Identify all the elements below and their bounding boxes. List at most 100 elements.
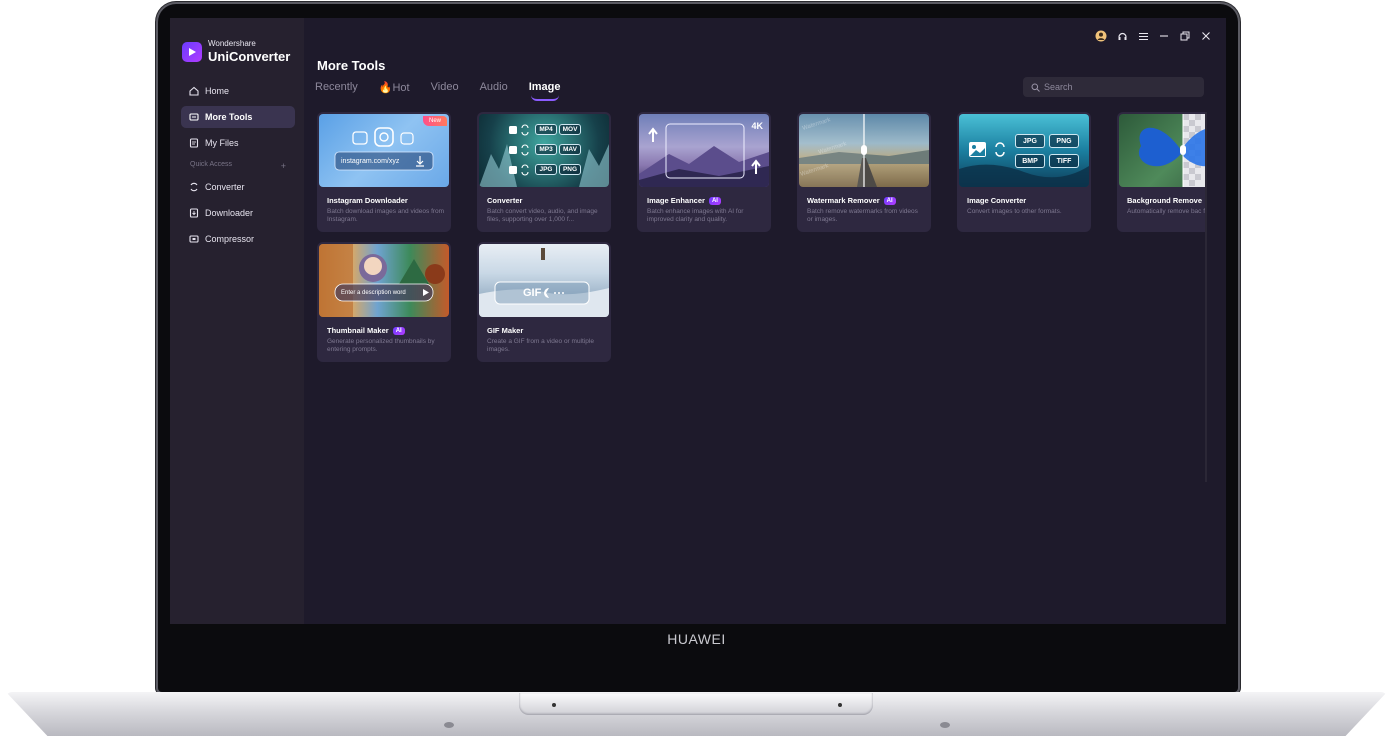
sidebar-item-label: Compressor xyxy=(205,234,255,244)
files-icon xyxy=(189,138,199,148)
card-title: Instagram Downloader xyxy=(327,196,408,205)
uniconverter-logo-icon xyxy=(182,41,202,62)
search-input[interactable]: Search xyxy=(1044,82,1073,92)
category-tabs: Recently 🔥Hot Video Audio Image xyxy=(315,81,561,101)
card-description: Batch remove watermarks from videos or i… xyxy=(807,208,918,223)
format-chip: MP3 xyxy=(535,144,557,155)
format-chip: JPG xyxy=(535,164,557,175)
tool-card-gif-maker[interactable]: GIF GIF Maker Create a GIF from a video … xyxy=(477,242,611,362)
ai-badge: AI xyxy=(708,196,721,205)
downloader-icon xyxy=(189,208,199,218)
window-controls xyxy=(1095,30,1212,42)
close-icon[interactable] xyxy=(1200,30,1212,42)
sidebar-item-my-files[interactable]: My Files xyxy=(181,132,295,154)
laptop-foot xyxy=(444,722,454,728)
card-description: Batch download images and videos from In… xyxy=(327,208,445,223)
format-chip: MOV xyxy=(559,124,581,135)
thumbnail-collage-illustration xyxy=(319,244,445,317)
gif-label: GIF xyxy=(523,287,542,299)
sidebar-item-label: Converter xyxy=(205,182,245,192)
tool-card-grid: instagram.com/xyz New Instagram Download… xyxy=(317,112,1206,382)
card-description: Batch convert video, audio, and image fi… xyxy=(487,208,598,223)
card-description: Generate personalized thumbnails by ente… xyxy=(327,338,435,353)
sidebar-item-label: Downloader xyxy=(205,208,254,218)
card-thumbnail: Enter a description word xyxy=(319,244,449,317)
card-thumbnail: JPG PNG BMP TIFF xyxy=(959,114,1089,187)
sidebar-item-label: Home xyxy=(205,86,230,96)
quick-access-header: Quick Access + xyxy=(190,161,286,171)
format-chip: JPG xyxy=(1015,134,1045,148)
instagram-url-text: instagram.com/xyz xyxy=(341,158,400,165)
sidebar-item-compressor[interactable]: Compressor xyxy=(181,228,295,250)
card-title: Watermark Remover AI xyxy=(807,196,896,205)
restore-icon[interactable] xyxy=(1179,30,1191,42)
enhance-illustration xyxy=(639,123,769,187)
card-title: Image Converter xyxy=(967,196,1027,205)
quick-access-label: Quick Access xyxy=(190,161,233,168)
card-title: GIF Maker xyxy=(487,326,524,335)
converter-icon xyxy=(190,182,198,192)
tool-card-image-converter[interactable]: JPG PNG BMP TIFF Image Converter Convert… xyxy=(957,112,1091,232)
tool-card-thumbnail-maker[interactable]: Enter a description word Thumbnail Maker… xyxy=(317,242,451,362)
sidebar-item-converter[interactable]: Converter xyxy=(181,176,295,198)
card-thumbnail: instagram.com/xyz New xyxy=(319,114,449,187)
format-chip: PNG xyxy=(559,164,581,175)
search-icon xyxy=(1031,83,1040,92)
tool-card-image-enhancer[interactable]: 4K Image Enhancer AI Batch enhance images… xyxy=(637,112,771,232)
home-icon xyxy=(189,86,199,96)
tools-icon xyxy=(189,113,199,121)
tool-card-converter[interactable]: MP4 MOV MP3 MAV JPG PNG Converter Batch … xyxy=(477,112,611,232)
card-thumbnail: Watermark Watermark Watermark xyxy=(799,114,929,187)
card-description: Create a GIF from a video or multiple im… xyxy=(487,338,594,353)
tool-card-instagram-downloader[interactable]: instagram.com/xyz New Instagram Download… xyxy=(317,112,451,232)
tab-audio[interactable]: Audio xyxy=(480,81,508,94)
search-box[interactable]: Search xyxy=(1023,77,1204,97)
tab-recently[interactable]: Recently xyxy=(315,81,358,94)
quick-access-add-button[interactable]: + xyxy=(281,161,286,171)
tool-card-background-remover[interactable]: Background Remove Automatically remove b… xyxy=(1117,112,1206,232)
card-title: Image Enhancer AI xyxy=(647,196,721,205)
account-icon[interactable] xyxy=(1095,30,1107,42)
scrollbar[interactable] xyxy=(1205,112,1207,482)
tab-hot[interactable]: 🔥Hot xyxy=(379,81,410,94)
hinge-dot xyxy=(552,703,556,707)
device-brand: HUAWEI xyxy=(667,631,726,647)
sidebar: Wondershare UniConverter Home More Tools… xyxy=(170,18,304,624)
card-thumbnail: 4K xyxy=(639,114,769,187)
watermark-illustration: Watermark Watermark Watermark xyxy=(799,114,929,187)
laptop-hinge-notch xyxy=(519,693,873,715)
support-icon[interactable] xyxy=(1116,30,1128,42)
card-title: Converter xyxy=(487,196,523,205)
tool-card-watermark-remover[interactable]: Watermark Watermark Watermark Watermark … xyxy=(797,112,931,232)
card-thumbnail: MP4 MOV MP3 MAV JPG PNG xyxy=(479,114,609,187)
app-logo: Wondershare UniConverter xyxy=(182,40,290,63)
menu-icon[interactable] xyxy=(1137,30,1149,42)
format-chip: PNG xyxy=(1049,134,1079,148)
sidebar-item-label: My Files xyxy=(205,138,239,148)
minimize-icon[interactable] xyxy=(1158,30,1170,42)
4k-label: 4K xyxy=(751,121,763,131)
hinge-dot xyxy=(838,703,842,707)
ai-badge: AI xyxy=(883,196,896,205)
page-title: More Tools xyxy=(317,58,386,73)
format-chip: TIFF xyxy=(1049,154,1079,168)
prompt-placeholder-text: Enter a description word xyxy=(341,290,406,296)
card-description: Convert images to other formats. xyxy=(967,208,1062,215)
card-description: Automatically remove bac from images. xyxy=(1127,208,1206,215)
card-description: Batch enhance images with AI for improve… xyxy=(647,208,744,223)
card-thumbnail: GIF xyxy=(479,244,609,317)
image-convert-illustration xyxy=(959,142,1089,187)
format-chip: MAV xyxy=(559,144,581,155)
sidebar-item-home[interactable]: Home xyxy=(181,80,295,102)
card-title: Background Remove xyxy=(1127,196,1203,205)
tab-image[interactable]: Image xyxy=(529,81,561,101)
new-badge: New xyxy=(422,116,447,126)
gif-illustration xyxy=(479,248,609,317)
laptop-foot xyxy=(940,722,950,728)
format-chip: BMP xyxy=(1015,154,1045,168)
sidebar-item-downloader[interactable]: Downloader xyxy=(181,202,295,224)
sidebar-item-more-tools[interactable]: More Tools xyxy=(181,106,295,128)
tab-video[interactable]: Video xyxy=(431,81,459,94)
compressor-icon xyxy=(189,235,199,243)
ai-badge: AI xyxy=(392,326,405,335)
